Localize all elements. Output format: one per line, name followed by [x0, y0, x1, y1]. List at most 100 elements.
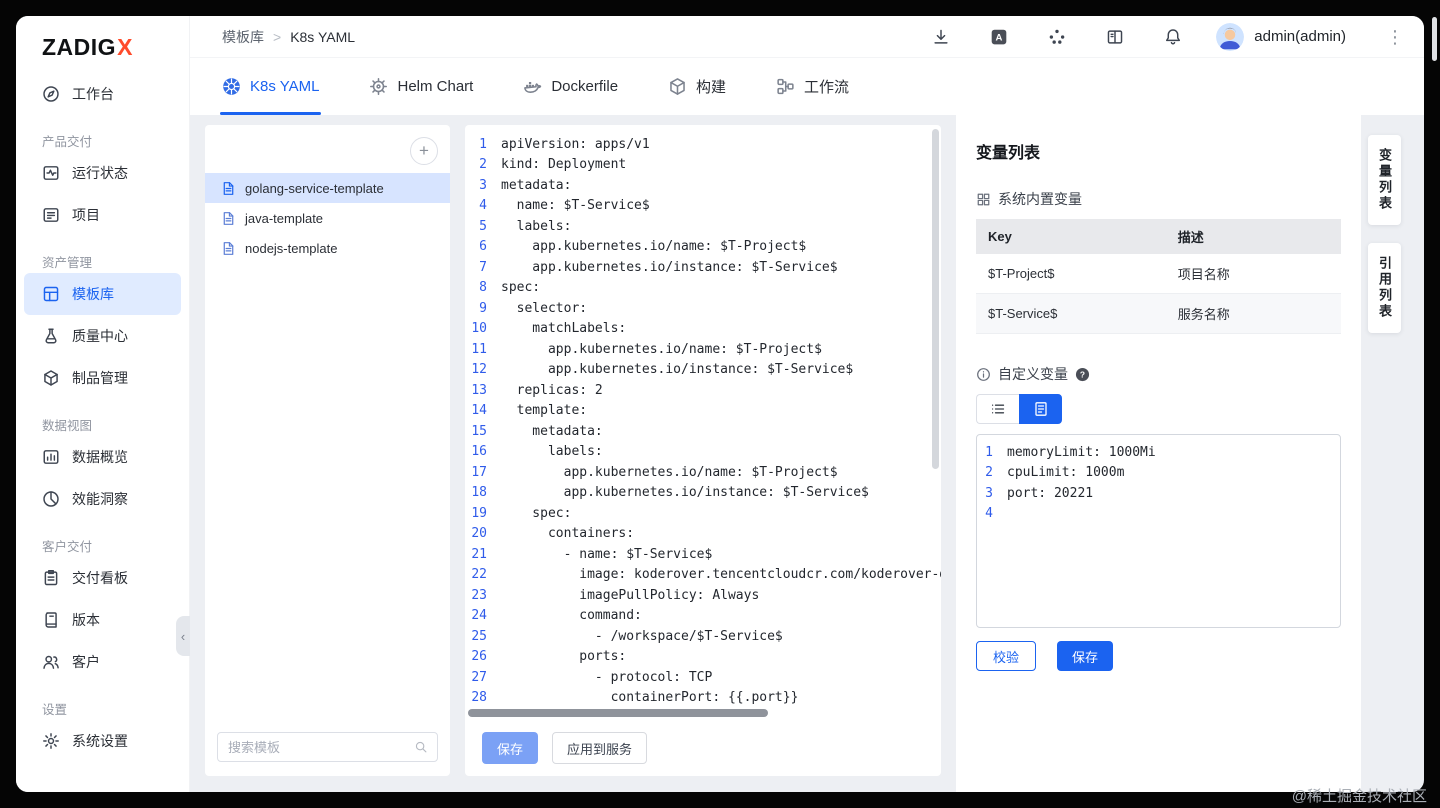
editor-view-button[interactable]	[1019, 394, 1062, 424]
download-icon[interactable]	[932, 28, 950, 46]
code-line: 10 matchLabels:	[465, 319, 941, 340]
search-input[interactable]	[217, 732, 438, 762]
line-number: 15	[471, 423, 487, 439]
variable-view-toggle	[976, 394, 1341, 424]
more-menu-icon[interactable]: ⋮	[1386, 28, 1404, 46]
code-line: 23 imagePullPolicy: Always	[465, 585, 941, 606]
sidebar-item-label: 项目	[72, 207, 100, 223]
line-number: 23	[471, 587, 487, 603]
code-text: spec:	[501, 280, 541, 296]
template-list-item[interactable]: golang-service-template	[205, 173, 450, 203]
tab-k8s-yaml[interactable]: K8s YAML	[219, 58, 322, 115]
info-icon	[976, 367, 991, 382]
line-number: 3	[479, 177, 487, 193]
sidebar-collapse-handle[interactable]: ‹	[176, 616, 190, 656]
custom-variables-editor[interactable]: 1 memoryLimit: 1000Mi 2 cpuLimit: 1000m …	[976, 434, 1341, 628]
template-name: java-template	[245, 210, 324, 226]
sidebar-item-template-library[interactable]: 模板库	[24, 273, 181, 315]
sidebar-item-label: 效能洞察	[72, 491, 128, 507]
apply-to-service-button[interactable]: 应用到服务	[552, 732, 648, 764]
horizontal-scrollbar[interactable]	[468, 709, 768, 717]
cluster-icon[interactable]	[1048, 28, 1066, 46]
tab-reference-list[interactable]: 引用列表	[1368, 243, 1401, 333]
sidebar-item-label: 运行状态	[72, 165, 128, 181]
user-menu[interactable]: admin(admin)	[1216, 22, 1346, 51]
code-line: 13 replicas: 2	[465, 380, 941, 401]
tab-dockerfile[interactable]: Dockerfile	[523, 58, 618, 115]
sidebar-item-delivery-board[interactable]: 交付看板	[24, 557, 181, 599]
code-text: metadata:	[501, 423, 603, 439]
line-number: 2	[479, 157, 487, 173]
code-line: 3 metadata:	[465, 175, 941, 196]
sidebar-item-insight[interactable]: 效能洞察	[24, 478, 181, 520]
template-list-item[interactable]: java-template	[205, 203, 450, 233]
tab-helm-chart[interactable]: Helm Chart	[369, 58, 473, 115]
template-name: golang-service-template	[245, 180, 384, 196]
code-text: cpuLimit: 1000m	[1007, 465, 1125, 481]
sidebar-item-version[interactable]: 版本	[24, 599, 181, 641]
k8s-icon	[223, 78, 240, 95]
grid-icon	[976, 192, 991, 207]
tab-workflow[interactable]: 工作流	[776, 58, 849, 115]
sidebar-item-customer[interactable]: 客户	[24, 641, 181, 683]
code-line: 14 template:	[465, 401, 941, 422]
yaml-editor[interactable]: 1 apiVersion: apps/v1 2 kind: Deployment…	[465, 125, 941, 720]
template-list-panel: + golang-service-template java-template	[205, 125, 450, 776]
docs-icon[interactable]	[1106, 28, 1124, 46]
watermark: @稀土掘金技术社区	[1291, 788, 1427, 805]
editor-footer: 保存 应用到服务	[465, 720, 941, 776]
code-text: ports:	[501, 649, 627, 665]
content-area: + golang-service-template java-template	[190, 115, 1424, 792]
sidebar-item-run-status[interactable]: 运行状态	[24, 152, 181, 194]
search-icon	[414, 740, 428, 754]
code-line: 16 labels:	[465, 442, 941, 463]
sidebar-item-data-overview[interactable]: 数据概览	[24, 436, 181, 478]
workbench-icon	[42, 85, 60, 103]
code-line: 22 image: koderover.tencentcloudcr.com/k…	[465, 565, 941, 586]
editor-view-icon	[1033, 401, 1049, 417]
sidebar-item-artifact-management[interactable]: 制品管理	[24, 357, 181, 399]
sidebar-item-label: 版本	[72, 612, 100, 628]
line-number: 7	[479, 259, 487, 275]
validate-button[interactable]: 校验	[976, 641, 1037, 671]
template-search	[205, 720, 450, 776]
line-number: 12	[471, 362, 487, 378]
code-text: app.kubernetes.io/name: $T-Project$	[501, 464, 838, 480]
save-variables-button[interactable]: 保存	[1057, 641, 1114, 671]
line-number: 26	[471, 649, 487, 665]
sidebar-item-projects[interactable]: 项目	[24, 194, 181, 236]
line-number: 20	[471, 526, 487, 542]
topbar: 模板库 > K8s YAML A admin(admin) ⋮	[190, 16, 1424, 58]
code-text: template:	[501, 403, 588, 419]
tab-build[interactable]: 构建	[668, 58, 726, 115]
tab-label: Dockerfile	[551, 78, 619, 95]
svg-text:?: ?	[1080, 369, 1085, 379]
code-text: app.kubernetes.io/instance: $T-Service$	[501, 259, 838, 275]
add-template-button[interactable]: +	[410, 137, 438, 165]
username: admin(admin)	[1254, 28, 1346, 45]
language-icon[interactable]: A	[990, 28, 1008, 46]
insight-icon	[42, 490, 60, 508]
breadcrumb-parent[interactable]: 模板库	[222, 27, 264, 47]
vertical-scrollbar[interactable]	[932, 129, 939, 469]
system-variables-table: Key 描述 $T-Project$ 项目名称 $T-Service$ 服务名称	[976, 219, 1341, 334]
sidebar-item-label: 制品管理	[72, 370, 128, 386]
code-text: - /workspace/$T-Service$	[501, 628, 783, 644]
sidebar-item-workbench[interactable]: 工作台	[24, 73, 181, 115]
right-tab-strip: 变量列表 引用列表	[1368, 115, 1424, 792]
avatar[interactable]	[1216, 22, 1245, 51]
tab-variable-list[interactable]: 变量列表	[1368, 135, 1401, 225]
sidebar-item-label: 交付看板	[72, 570, 128, 586]
sidebar-section-settings: 设置	[42, 703, 68, 717]
template-list-item[interactable]: nodejs-template	[205, 233, 450, 263]
line-number: 9	[479, 300, 487, 316]
topbar-actions: A admin(admin) ⋮	[932, 22, 1404, 51]
sidebar-item-system-settings[interactable]: 系统设置	[24, 720, 181, 762]
artifact-icon	[42, 369, 60, 387]
bell-icon[interactable]	[1164, 28, 1182, 46]
page-scrollbar[interactable]	[1432, 17, 1437, 61]
help-icon[interactable]: ?	[1075, 367, 1090, 382]
sidebar-item-quality-center[interactable]: 质量中心	[24, 315, 181, 357]
list-view-button[interactable]	[976, 394, 1019, 424]
save-template-button[interactable]: 保存	[482, 732, 539, 764]
